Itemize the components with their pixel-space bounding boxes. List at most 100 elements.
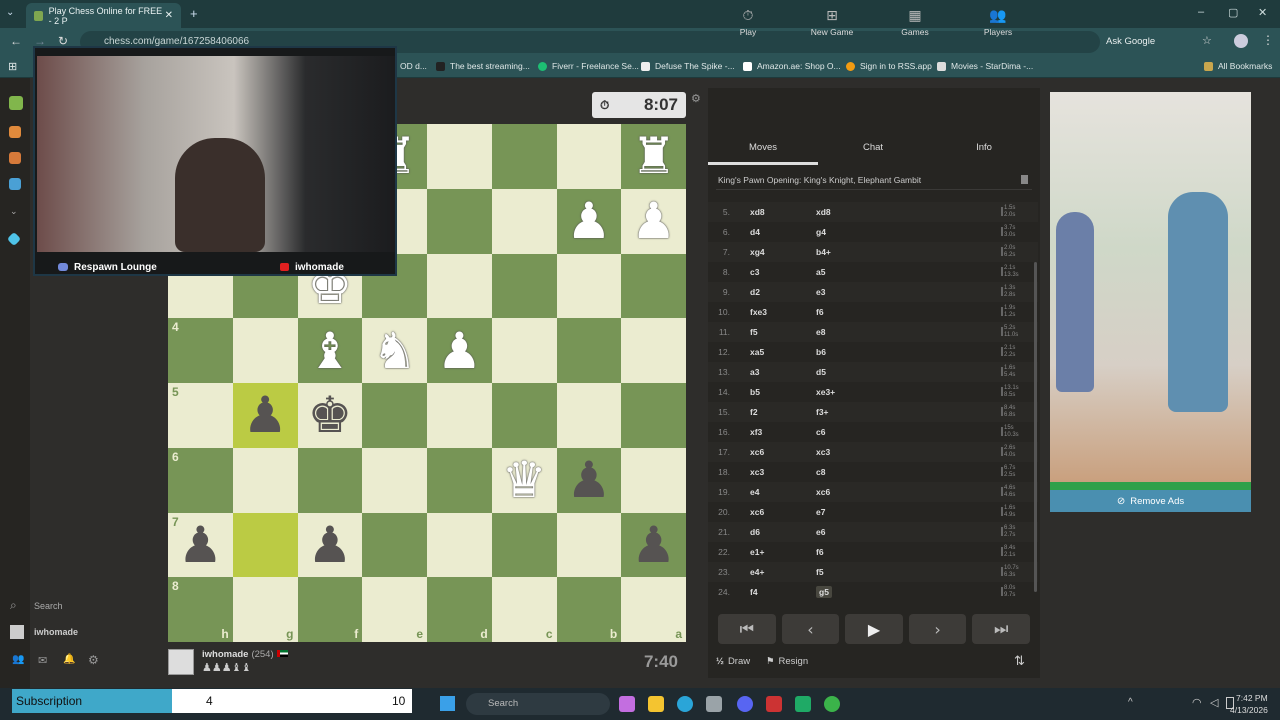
- black-move[interactable]: xd8: [816, 207, 831, 217]
- black-move[interactable]: e7: [816, 507, 825, 517]
- volume-icon[interactable]: ◁: [1210, 696, 1218, 709]
- bookmark-item[interactable]: Movies - StarDima -...: [937, 61, 1033, 71]
- avatar[interactable]: [10, 625, 24, 639]
- square-a4[interactable]: [621, 318, 686, 383]
- tab-players[interactable]: 👥 Players: [968, 8, 1028, 37]
- square-b2[interactable]: ♟: [556, 188, 622, 254]
- black-move[interactable]: f3+: [816, 407, 829, 417]
- square-b7[interactable]: [556, 512, 622, 578]
- sidebar-username[interactable]: iwhomade: [34, 627, 78, 637]
- square-a2[interactable]: ♟: [621, 188, 686, 254]
- square-a6[interactable]: [621, 447, 686, 513]
- move-row[interactable]: 18. xc3 c8 6.7s 2.5s: [708, 462, 1038, 482]
- square-a8[interactable]: a: [621, 577, 686, 642]
- chesscom-logo-icon[interactable]: [9, 96, 23, 110]
- square-h5[interactable]: 5: [168, 383, 233, 448]
- wifi-icon[interactable]: ◠: [1192, 696, 1202, 709]
- taskbar-search[interactable]: Search: [466, 693, 610, 715]
- white-move[interactable]: d6: [750, 527, 760, 537]
- square-h6[interactable]: 6: [168, 447, 233, 513]
- move-list-scrollbar[interactable]: [1034, 262, 1037, 592]
- bookmark-star-icon[interactable]: ☆: [1202, 34, 1212, 47]
- move-row[interactable]: 14. b5 xe3+ 13.1s 8.5s: [708, 382, 1038, 402]
- profile-avatar[interactable]: [1234, 34, 1248, 48]
- white-move[interactable]: d4: [750, 227, 760, 237]
- square-f7[interactable]: ♟: [297, 512, 363, 578]
- square-c6[interactable]: ♛: [491, 447, 557, 513]
- tab-chat[interactable]: Chat: [818, 142, 928, 153]
- square-d5[interactable]: [427, 383, 492, 448]
- black-move[interactable]: g4: [816, 227, 826, 237]
- square-c8[interactable]: c: [491, 577, 557, 642]
- white-move[interactable]: fxe3: [750, 307, 767, 317]
- menu-dots-icon[interactable]: ⋮: [1262, 33, 1274, 47]
- black-move[interactable]: e8: [816, 327, 825, 337]
- move-row[interactable]: 10. fxe3 f6 1.9s 1.2s: [708, 302, 1038, 322]
- settings-gear-icon[interactable]: ⚙: [88, 653, 99, 667]
- all-bookmarks[interactable]: All Bookmarks: [1204, 61, 1272, 71]
- square-a7[interactable]: ♟: [621, 512, 686, 578]
- black-pawn-piece[interactable]: ♟: [307, 520, 352, 570]
- prev-move-button[interactable]: ‹: [781, 614, 840, 644]
- black-move[interactable]: f6: [816, 547, 824, 557]
- tab-moves[interactable]: Moves: [708, 142, 818, 153]
- square-e8[interactable]: e: [362, 577, 427, 642]
- square-a3[interactable]: [621, 253, 686, 319]
- back-icon[interactable]: ←: [10, 34, 22, 48]
- maximize-icon[interactable]: ▢: [1228, 6, 1238, 19]
- move-row[interactable]: 21. d6 e6 6.3s 2.7s: [708, 522, 1038, 542]
- move-row[interactable]: 13. a3 d5 1.6s 5.4s: [708, 362, 1038, 382]
- move-row[interactable]: 9. d2 e3 1.3s 2.8s: [708, 282, 1038, 302]
- black-pawn-piece[interactable]: ♟: [631, 520, 676, 570]
- move-row[interactable]: 24. f4 g5 8.0s 9.7s: [708, 582, 1038, 602]
- square-c1[interactable]: [491, 124, 557, 189]
- square-b5[interactable]: [556, 383, 622, 448]
- square-c4[interactable]: [491, 318, 557, 383]
- close-tab-icon[interactable]: ✕: [165, 10, 173, 21]
- app-icon[interactable]: [766, 696, 782, 712]
- square-f5[interactable]: ♚: [297, 383, 363, 448]
- last-move-button[interactable]: ⏭: [972, 614, 1030, 644]
- learn-icon[interactable]: [9, 152, 21, 164]
- square-c7[interactable]: [491, 512, 557, 578]
- black-move[interactable]: g5: [816, 586, 832, 598]
- black-move[interactable]: a5: [816, 267, 825, 277]
- search-icon[interactable]: ⌕: [10, 598, 17, 613]
- white-move[interactable]: xa5: [750, 347, 764, 357]
- windows-start-icon[interactable]: [440, 696, 455, 711]
- move-list[interactable]: 5. xd8 xd8 1.5s 2.0s 6. d4 g4 3.7s 3.0s 7. xg4 b4+ 2.…: [708, 202, 1038, 604]
- book-icon[interactable]: [1021, 175, 1028, 184]
- square-g7[interactable]: [232, 512, 298, 578]
- white-move[interactable]: e4+: [750, 567, 764, 577]
- watch-icon[interactable]: [9, 178, 21, 190]
- square-e7[interactable]: [362, 512, 427, 578]
- resign-button[interactable]: ⚑ Resign: [766, 656, 808, 667]
- square-b3[interactable]: [556, 253, 622, 319]
- tab-new-game[interactable]: ⊞ New Game: [802, 8, 862, 37]
- player-avatar[interactable]: [168, 649, 194, 675]
- notifications-icon[interactable]: 🔔: [63, 654, 75, 665]
- square-f6[interactable]: [297, 447, 363, 513]
- puzzles-icon[interactable]: [9, 126, 21, 138]
- square-e5[interactable]: [362, 383, 427, 448]
- move-row[interactable]: 22. e1+ f6 8.4s 2.1s: [708, 542, 1038, 562]
- white-move[interactable]: f4: [750, 587, 758, 597]
- black-move[interactable]: d5: [816, 367, 826, 377]
- square-f4[interactable]: ♝: [297, 318, 363, 383]
- white-move[interactable]: xc3: [750, 467, 764, 477]
- tab-play[interactable]: ⏱ Play: [718, 8, 778, 37]
- white-move[interactable]: xg4: [750, 247, 765, 257]
- square-c5[interactable]: [491, 383, 557, 448]
- next-move-button[interactable]: ›: [908, 614, 967, 644]
- tab-info[interactable]: Info: [929, 142, 1039, 153]
- more-chevron-icon[interactable]: ⌄: [10, 206, 18, 217]
- first-move-button[interactable]: ⏮: [718, 614, 776, 644]
- black-pawn-piece[interactable]: ♟: [243, 390, 288, 440]
- square-g4[interactable]: [232, 318, 298, 383]
- black-move[interactable]: b6: [816, 347, 826, 357]
- white-pawn-piece[interactable]: ♟: [566, 196, 611, 246]
- white-move[interactable]: xd8: [750, 207, 765, 217]
- copilot-icon[interactable]: [619, 696, 635, 712]
- black-move[interactable]: e6: [816, 527, 825, 537]
- white-move[interactable]: xf3: [750, 427, 762, 437]
